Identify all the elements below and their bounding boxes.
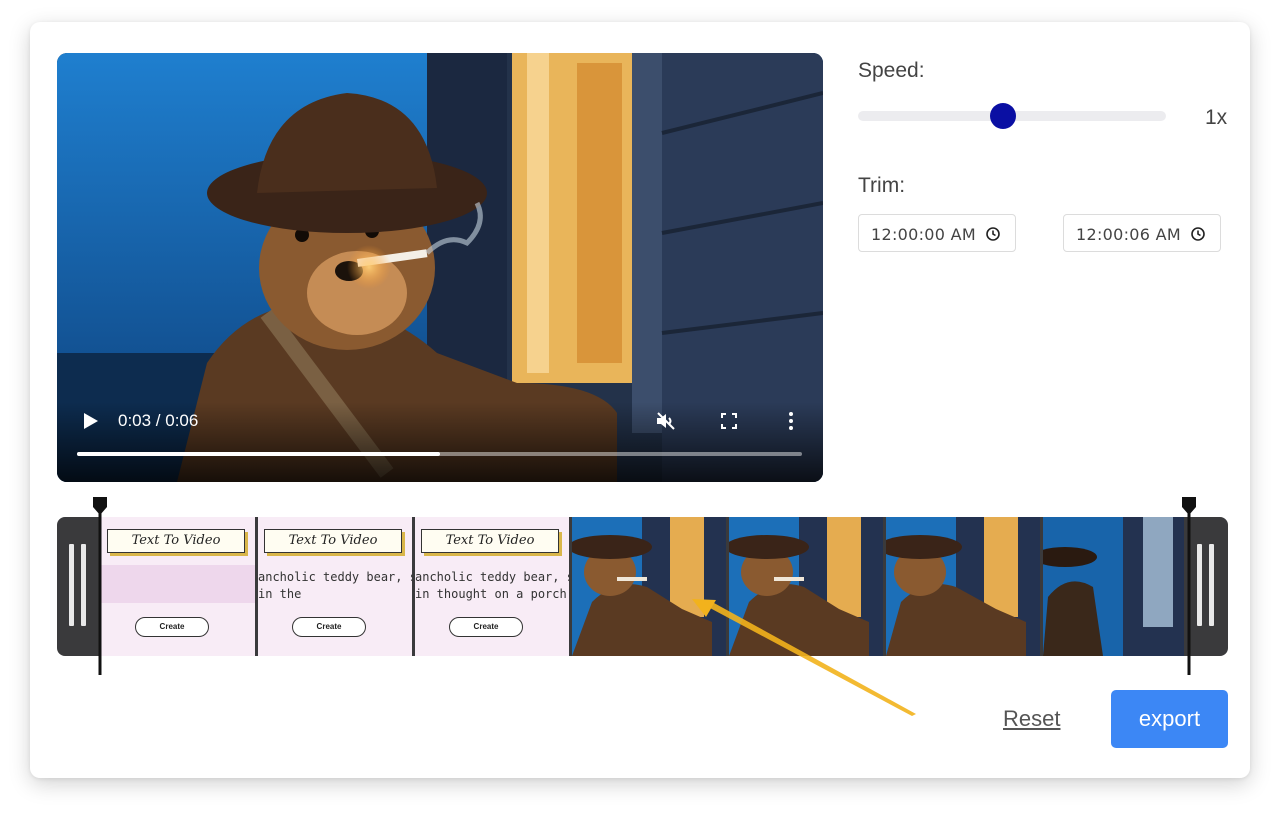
trim-start-value: 12:00:00 AM: [871, 225, 976, 244]
trim-end-input[interactable]: 12:00:06 AM: [1063, 214, 1221, 252]
fullscreen-icon[interactable]: [717, 409, 741, 433]
clock-icon[interactable]: [985, 226, 1001, 242]
frame-banner: Text To Video: [264, 529, 402, 553]
frame-caption: ancholic teddy bear, smok in the: [258, 570, 412, 601]
frame-banner: Text To Video: [107, 529, 245, 553]
export-button[interactable]: export: [1111, 690, 1228, 748]
frame-create-label: Create: [292, 617, 366, 637]
thumbnail-frame: [1043, 517, 1184, 656]
speed-slider-thumb[interactable]: [989, 103, 1016, 129]
thumbnail-frame: [572, 517, 726, 656]
video-player[interactable]: 0:03 / 0:06: [57, 53, 823, 482]
speed-label: Speed:: [858, 59, 925, 82]
video-progress-fill: [77, 452, 440, 456]
trim-label: Trim:: [858, 174, 906, 197]
more-options-icon[interactable]: [779, 409, 803, 433]
play-icon[interactable]: [79, 410, 101, 432]
clock-icon[interactable]: [1190, 226, 1206, 242]
frame-create-label: Create: [135, 617, 209, 637]
speed-slider[interactable]: [858, 103, 1166, 129]
volume-muted-icon[interactable]: [654, 409, 678, 433]
frame-caption-band: [101, 565, 255, 603]
reset-button[interactable]: Reset: [1003, 706, 1060, 732]
thumbnail-frame: [729, 517, 883, 656]
trim-end-value: 12:00:06 AM: [1076, 225, 1181, 244]
timeline-strip[interactable]: Text To Video Create Text To Video ancho…: [57, 517, 1228, 656]
speed-value: 1x: [1205, 106, 1228, 129]
video-time-display: 0:03 / 0:06: [118, 411, 199, 430]
frame-banner: Text To Video: [421, 529, 559, 553]
trim-start-handle[interactable]: [93, 497, 107, 675]
frame-create-label: Create: [449, 617, 523, 637]
frame-caption: ancholic teddy bear, smok in thought on …: [415, 570, 569, 601]
trim-start-input[interactable]: 12:00:00 AM: [858, 214, 1016, 252]
thumbnail-frame: Text To Video Create: [101, 517, 255, 656]
trim-end-handle[interactable]: [1182, 497, 1196, 675]
timeline-frames: Text To Video Create Text To Video ancho…: [101, 517, 1184, 656]
thumbnail-frame: [886, 517, 1040, 656]
thumbnail-frame: Text To Video ancholic teddy bear, smok …: [258, 517, 412, 656]
video-progress-bar[interactable]: [77, 452, 802, 456]
thumbnail-frame: Text To Video ancholic teddy bear, smok …: [415, 517, 569, 656]
